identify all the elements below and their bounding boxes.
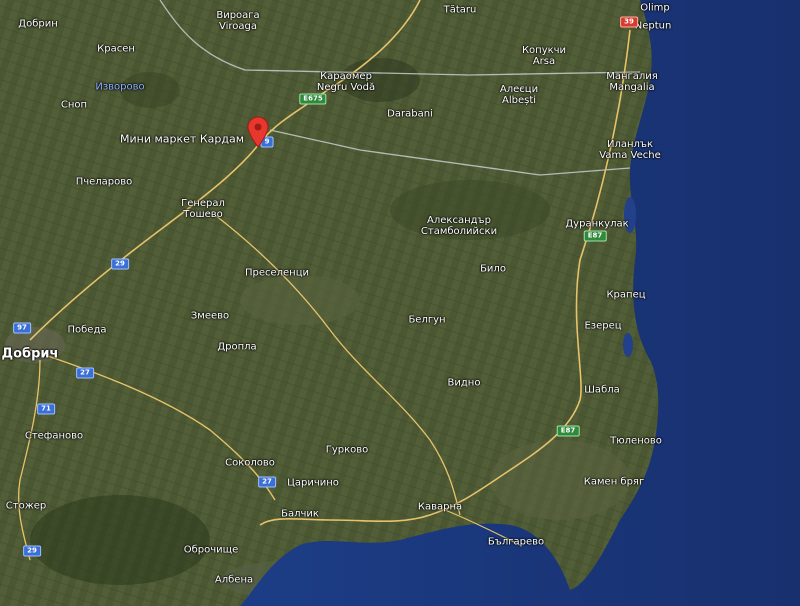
road-39-shield: 39 [620,16,638,28]
place-bilo: Било [480,263,506,275]
place-general-toshevo: Генерал Тошево [181,198,225,220]
place-stefanovo: Стефаново [24,430,84,442]
place-dropla: Дропла [217,341,257,353]
place-kamen-bryag: Камен бряг [583,476,645,488]
road-97-shield: 97 [13,322,31,334]
place-obrochishte: Оброчище [183,544,239,556]
place-ilanluk: Иланлък Vama Veche [599,139,661,161]
place-viroaga: Вироага Viroaga [216,10,260,32]
place-dobrin: Добрин [18,18,58,30]
place-balchik: Балчик [281,508,319,520]
place-albena: Албена [214,574,254,586]
place-darabani: Darabani [387,108,433,120]
satellite-map[interactable]: Добрин Вироага Viroaga Tătaru Olimp Nept… [0,0,800,606]
place-izvorovo: Изворово [95,81,145,93]
place-ezerets: Езерец [584,320,622,332]
road-29-shield: 29 [111,258,129,270]
place-shabla: Шабла [584,384,620,396]
place-kopuchi: Копукчи Arsa [521,45,567,67]
place-snop: Сноп [60,99,88,111]
place-neptun: Neptun [634,20,672,32]
shabla-lake [623,333,633,357]
road-e675-shield: E675 [299,93,327,105]
place-pobeda: Победа [67,324,107,336]
location-pin-icon[interactable] [247,116,269,152]
place-zmeevo: Змеево [190,310,230,322]
road-27-shield-south: 27 [258,476,276,488]
place-krapets: Крапец [606,289,646,301]
road-e87-shield-north: E87 [583,230,607,242]
place-sokolovo: Соколово [225,457,275,469]
place-gurkovo: Гурково [325,444,369,456]
road-e87-shield-south: E87 [556,425,580,437]
place-kavarna: Каварна [417,501,463,513]
place-mangalia: Мангалия Mangalia [606,71,658,93]
place-tsarichino: Царичино [287,477,339,489]
place-vidno: Видно [447,377,481,389]
road-29-shield-south: 29 [23,545,41,557]
place-olimp: Olimp [640,2,670,14]
place-stozher: Стожер [5,500,47,512]
place-alecsi: Алеєци Albești [499,84,539,106]
place-krasen: Красен [97,43,135,55]
place-karaomer: Караомер Negru Vodă [316,71,376,93]
place-durankulak: Дуранкулак [565,218,629,230]
place-dobrich: Добрич [1,346,59,362]
road-27-shield: 27 [76,367,94,379]
place-preselentsi: Преселенци [244,267,310,279]
place-belgun: Белгун [408,314,446,326]
pin-place-label[interactable]: Мини маркет Кардам [120,134,244,145]
place-aleksandar-stamboliyski: Александър Стамболийски [420,215,498,237]
place-tyulenovo: Тюленово [610,435,662,447]
place-tataru: Tătaru [443,4,477,16]
place-bulgarevo: Българево [487,536,545,548]
place-pchelarovo: Пчеларово [75,176,133,188]
road-71-shield: 71 [37,403,55,415]
